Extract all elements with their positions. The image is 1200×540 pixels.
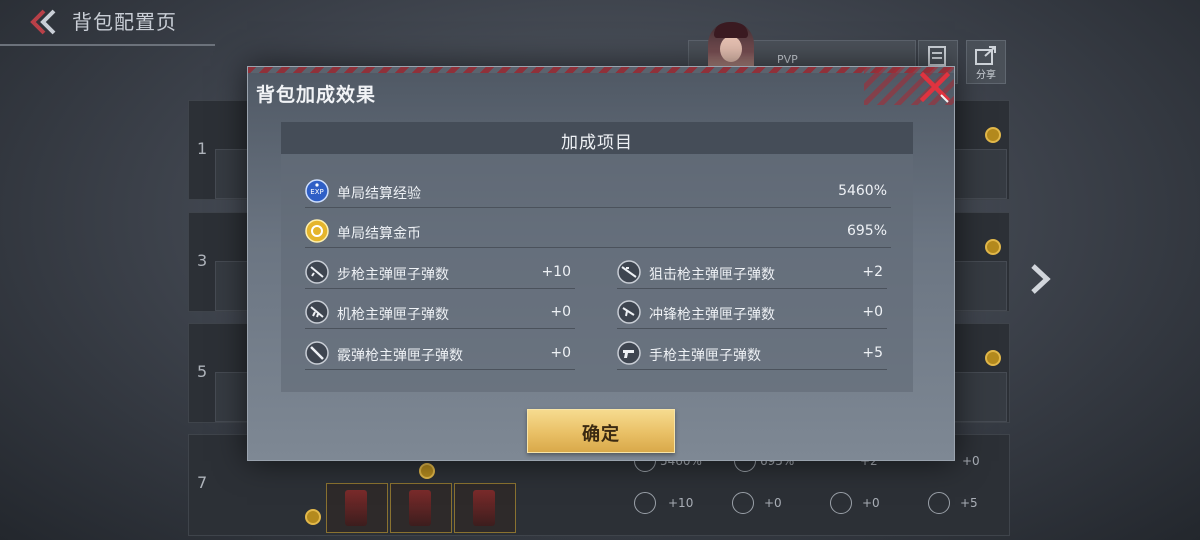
coin-icon — [305, 509, 321, 525]
bonus-label: 冲锋枪主弹匣子弹数 — [649, 307, 775, 323]
machine-gun-icon — [305, 300, 329, 324]
exp-icon: EXP — [305, 179, 329, 203]
slot-number: 7 — [197, 473, 208, 492]
slot-number: 5 — [197, 362, 208, 381]
stat-value: +10 — [668, 496, 694, 510]
share-icon — [975, 46, 996, 65]
bonus-value: +5 — [862, 345, 883, 361]
next-page-arrow-icon[interactable] — [1028, 262, 1052, 296]
bonus-value: +10 — [541, 264, 571, 280]
stat-value: +0 — [764, 496, 782, 510]
stat-value: +0 — [862, 496, 880, 510]
rifle-icon — [305, 260, 329, 284]
bonus-panel: 加成项目 EXP 单局结算经验 5460% 单局结算金币 695% 步枪主弹匣子… — [281, 122, 913, 392]
share-button[interactable]: 分享 — [966, 40, 1006, 84]
bonus-label: 机枪主弹匣子弹数 — [337, 307, 449, 323]
inventory-item[interactable] — [326, 483, 388, 533]
stat-value: +5 — [960, 496, 978, 510]
bonus-label: 单局结算经验 — [337, 186, 421, 202]
bonus-label: 狙击枪主弹匣子弹数 — [649, 267, 775, 283]
bonus-label: 手枪主弹匣子弹数 — [649, 348, 761, 364]
bonus-row-gold: 单局结算金币 695% — [305, 215, 891, 248]
bonus-row-sniper: 狙击枪主弹匣子弹数 +2 — [617, 256, 887, 289]
top-bar: 背包配置页 — [0, 0, 220, 44]
bonus-row-shotgun: 霰弹枪主弹匣子弹数 +0 — [305, 337, 575, 370]
coin-icon — [419, 463, 435, 479]
section-header: 加成项目 — [281, 122, 913, 154]
pistol-icon — [928, 492, 950, 514]
bonus-row-smg: 冲锋枪主弹匣子弹数 +0 — [617, 296, 887, 329]
rifle-icon — [634, 492, 656, 514]
bonus-value: +0 — [550, 345, 571, 361]
bonus-row-exp: EXP 单局结算经验 5460% — [305, 175, 891, 208]
slot-cell — [947, 372, 1007, 422]
modal-title: 背包加成效果 — [256, 84, 377, 106]
bonus-label: 霰弹枪主弹匣子弹数 — [337, 348, 463, 364]
bonus-row-rifle: 步枪主弹匣子弹数 +10 — [305, 256, 575, 289]
shotgun-icon — [830, 492, 852, 514]
slot-cell — [947, 149, 1007, 199]
close-icon[interactable] — [917, 69, 953, 105]
pistol-icon — [617, 341, 641, 365]
slot-7-items — [320, 483, 580, 533]
stat-value: +0 — [962, 454, 980, 468]
bonus-value: +0 — [862, 304, 883, 320]
coin-icon — [985, 127, 1001, 143]
section-header-label: 加成项目 — [561, 133, 633, 153]
avatar — [708, 22, 754, 72]
confirm-button-label: 确定 — [582, 424, 620, 445]
bonus-value: +2 — [862, 264, 883, 280]
back-icon[interactable] — [26, 8, 60, 36]
slot-number: 3 — [197, 251, 208, 270]
share-label: 分享 — [976, 70, 996, 81]
shotgun-icon — [305, 341, 329, 365]
bonus-label: 步枪主弹匣子弹数 — [337, 267, 449, 283]
bonus-label: 单局结算金币 — [337, 226, 421, 242]
bonus-value: 5460% — [838, 183, 887, 199]
slot-cell — [947, 261, 1007, 311]
smg-icon — [617, 300, 641, 324]
bonus-effects-modal: 背包加成效果 加成项目 EXP 单局结算经验 5460% 单局结算金币 695% — [247, 66, 955, 461]
coin-icon — [985, 350, 1001, 366]
coin-icon — [985, 239, 1001, 255]
mode-label: PVP — [777, 53, 798, 66]
slot-number: 1 — [197, 139, 208, 158]
sniper-icon — [617, 260, 641, 284]
bonus-value: +0 — [550, 304, 571, 320]
bonus-row-machine-gun: 机枪主弹匣子弹数 +0 — [305, 296, 575, 329]
bonus-value: 695% — [846, 223, 887, 239]
modal-top-stripe — [248, 67, 954, 73]
svg-text:EXP: EXP — [310, 188, 323, 196]
confirm-button[interactable]: 确定 — [527, 409, 675, 453]
inventory-item[interactable] — [454, 483, 516, 533]
inventory-item[interactable] — [390, 483, 452, 533]
bonus-row-pistol: 手枪主弹匣子弹数 +5 — [617, 337, 887, 370]
gold-coin-icon — [305, 219, 329, 243]
title-divider — [0, 44, 215, 46]
page-title: 背包配置页 — [72, 10, 177, 34]
machine-gun-icon — [732, 492, 754, 514]
